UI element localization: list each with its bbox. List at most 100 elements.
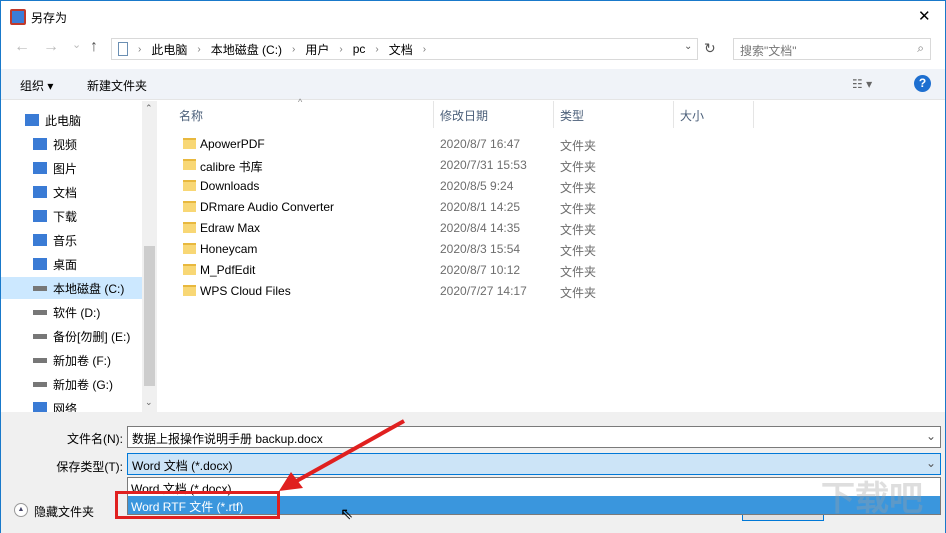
sidebar-item[interactable]: 网络 xyxy=(23,397,141,412)
chevron-down-icon[interactable]: ⌄ xyxy=(926,456,936,470)
close-button[interactable]: ✕ xyxy=(918,7,931,25)
folder-icon xyxy=(183,285,196,296)
column-header-date[interactable]: 修改日期 xyxy=(440,107,488,124)
file-row[interactable]: Edraw Max 2020/8/4 14:35 文件夹 xyxy=(178,218,758,239)
sidebar-item-label: 新加卷 (F:) xyxy=(53,353,111,368)
file-name: M_PdfEdit xyxy=(200,263,256,277)
collapse-icon[interactable]: ▲ xyxy=(14,503,28,517)
folder-icon xyxy=(183,264,196,275)
breadcrumb-item[interactable]: 本地磁盘 (C:) xyxy=(211,41,282,58)
back-button[interactable]: ← xyxy=(14,38,30,56)
drive-icon xyxy=(33,309,47,315)
recent-locations-button[interactable]: ⌄ xyxy=(72,38,81,51)
scroll-up-icon[interactable]: ⌃ xyxy=(145,103,153,114)
toolbar: 组织 ▾ 新建文件夹 ☷ ▾ ? xyxy=(1,69,945,100)
column-header-type[interactable]: 类型 xyxy=(560,107,584,124)
breadcrumb-item[interactable]: pc xyxy=(353,42,366,56)
file-date: 2020/8/1 14:25 xyxy=(440,200,521,214)
file-type: 文件夹 xyxy=(560,202,597,216)
file-date: 2020/8/7 16:47 xyxy=(440,137,521,151)
file-row[interactable]: Honeycam 2020/8/3 15:54 文件夹 xyxy=(178,239,758,260)
picture-icon xyxy=(33,162,47,174)
breadcrumb-item[interactable]: 此电脑 xyxy=(151,41,187,58)
file-row[interactable]: M_PdfEdit 2020/8/7 10:12 文件夹 xyxy=(178,260,758,281)
sidebar-item[interactable]: 此电脑 xyxy=(15,109,133,131)
filename-input[interactable]: 数据上报操作说明手册 backup.docx ⌄ xyxy=(127,426,941,448)
file-row[interactable]: DRmare Audio Converter 2020/8/1 14:25 文件… xyxy=(178,197,758,218)
view-options-icon[interactable]: ☷ ▾ xyxy=(852,77,872,91)
sidebar-item[interactable]: 视频 xyxy=(23,133,141,155)
file-name: Honeycam xyxy=(200,242,258,256)
save-type-label: 保存类型(T): xyxy=(56,460,123,474)
file-date: 2020/8/3 15:54 xyxy=(440,242,521,256)
save-type-select[interactable]: Word 文档 (*.docx) ⌄ xyxy=(127,453,941,475)
sort-arrow-icon: ^ xyxy=(298,97,303,107)
file-name: calibre 书库 xyxy=(200,160,263,174)
column-header-size[interactable]: 大小 xyxy=(680,107,704,124)
column-header-name[interactable]: 名称 xyxy=(179,107,203,124)
search-icon: ⌕ xyxy=(917,41,924,55)
document-icon xyxy=(33,186,47,198)
chevron-down-icon[interactable]: ⌄ xyxy=(684,41,692,52)
drive-icon xyxy=(33,285,47,291)
sidebar-item-label: 新加卷 (G:) xyxy=(53,377,113,392)
drive-icon xyxy=(33,381,47,387)
file-date: 2020/8/7 10:12 xyxy=(440,263,521,277)
help-button[interactable]: ? xyxy=(914,75,931,92)
sidebar-item[interactable]: 下载 xyxy=(23,205,141,227)
mouse-cursor-icon: ⇖ xyxy=(340,506,354,523)
search-placeholder: 搜索"文档" xyxy=(740,44,797,58)
sidebar-item[interactable]: 软件 (D:) xyxy=(23,301,141,323)
organize-button[interactable]: 组织 ▾ xyxy=(20,77,53,94)
sidebar-item-label: 文档 xyxy=(53,185,78,200)
address-bar[interactable]: › 此电脑 › 本地磁盘 (C:) › 用户 › pc › 文档 › ⌄ xyxy=(111,38,698,60)
sidebar-item[interactable]: 本地磁盘 (C:) xyxy=(1,277,142,299)
file-type: 文件夹 xyxy=(560,181,597,195)
folder-icon xyxy=(183,222,196,233)
scrollbar-thumb[interactable] xyxy=(144,246,155,386)
folder-icon xyxy=(183,243,196,254)
sidebar-item[interactable]: 新加卷 (G:) xyxy=(23,373,141,395)
sidebar-item-label: 软件 (D:) xyxy=(53,305,101,320)
file-row[interactable]: ApowerPDF 2020/8/7 16:47 文件夹 xyxy=(178,134,758,155)
hide-folders-button[interactable]: 隐藏文件夹 xyxy=(34,503,94,520)
sidebar-item[interactable]: 备份[勿删] (E:) xyxy=(23,325,141,347)
file-date: 2020/7/27 14:17 xyxy=(440,284,527,298)
file-row[interactable]: calibre 书库 2020/7/31 15:53 文件夹 xyxy=(178,155,758,176)
sidebar-item-label: 下载 xyxy=(53,209,78,224)
sidebar-item[interactable]: 音乐 xyxy=(23,229,141,251)
file-type: 文件夹 xyxy=(560,139,597,153)
sidebar-item[interactable]: 新加卷 (F:) xyxy=(23,349,141,371)
sidebar-item[interactable]: 桌面 xyxy=(23,253,141,275)
scroll-down-icon[interactable]: ⌄ xyxy=(145,397,153,408)
file-type: 文件夹 xyxy=(560,160,597,174)
file-row[interactable]: WPS Cloud Files 2020/7/27 14:17 文件夹 xyxy=(178,281,758,302)
file-name: ApowerPDF xyxy=(200,137,265,151)
chevron-down-icon[interactable]: ⌄ xyxy=(926,429,936,443)
title-bar: 另存为 ✕ xyxy=(1,1,945,33)
window-title: 另存为 xyxy=(31,11,68,25)
file-type: 文件夹 xyxy=(560,286,597,300)
drive-icon xyxy=(33,357,47,363)
sidebar-item[interactable]: 文档 xyxy=(23,181,141,203)
refresh-button[interactable]: ↻ xyxy=(704,40,716,57)
file-type: 文件夹 xyxy=(560,223,597,237)
file-row[interactable]: Downloads 2020/8/5 9:24 文件夹 xyxy=(178,176,758,197)
file-date: 2020/7/31 15:53 xyxy=(440,158,527,172)
computer-icon xyxy=(25,114,39,126)
new-folder-button[interactable]: 新建文件夹 xyxy=(87,77,147,94)
breadcrumb-item[interactable]: 用户 xyxy=(305,41,329,58)
sidebar-item[interactable]: 图片 xyxy=(23,157,141,179)
save-type-value: Word 文档 (*.docx) xyxy=(132,459,233,473)
music-icon xyxy=(33,234,47,246)
file-type: 文件夹 xyxy=(560,244,597,258)
file-name: Edraw Max xyxy=(200,221,261,235)
breadcrumb-item[interactable]: 文档 xyxy=(389,41,413,58)
search-input[interactable]: 搜索"文档" ⌕ xyxy=(733,38,931,60)
forward-button[interactable]: → xyxy=(43,38,59,56)
annotation-arrow xyxy=(279,419,405,491)
up-button[interactable]: ↑ xyxy=(90,38,98,56)
file-list: ^ 名称 修改日期 类型 大小 ApowerPDF 2020/8/7 16:47… xyxy=(158,97,945,412)
sidebar-item-label: 备份[勿删] (E:) xyxy=(53,329,131,344)
network-icon xyxy=(33,402,47,412)
